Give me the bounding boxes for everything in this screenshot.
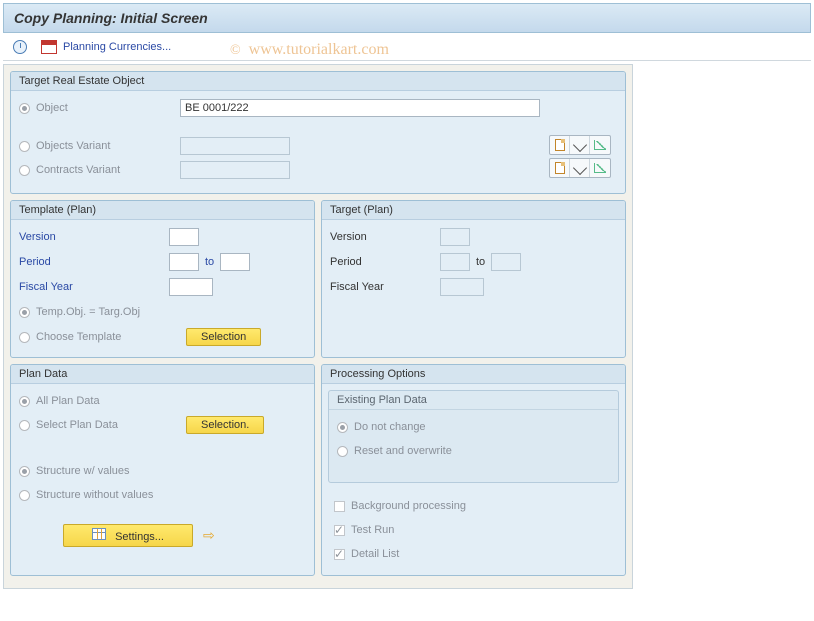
radio-contracts-variant — [19, 165, 30, 176]
radio-temp-eq-targ — [19, 307, 30, 318]
template-version-field[interactable] — [169, 228, 199, 246]
objects-variant-field — [180, 137, 290, 155]
settings-button[interactable]: Settings... — [63, 524, 193, 547]
label-target-version: Version — [330, 231, 440, 243]
main-body: Target Real Estate Object Object Objects… — [3, 64, 633, 589]
label-template-fiscal-year[interactable]: Fiscal Year — [19, 281, 169, 293]
label-all-plan-data: All Plan Data — [36, 395, 100, 407]
arrow-right-icon[interactable]: ⇨ — [203, 527, 215, 544]
doc-icon[interactable] — [550, 159, 570, 177]
label-test-run: Test Run — [351, 524, 394, 536]
target-period-from-field — [440, 253, 470, 271]
title-bar: Copy Planning: Initial Screen — [3, 3, 811, 33]
graph-icon[interactable] — [590, 159, 610, 177]
graph-icon[interactable] — [590, 136, 610, 154]
plan-data-selection-button[interactable]: Selection. — [186, 416, 264, 434]
template-period-to-field[interactable] — [220, 253, 250, 271]
checkbox-detail-list — [334, 549, 345, 560]
toolbar: Planning Currencies... — [3, 36, 811, 61]
group-existing-plan-data-title: Existing Plan Data — [329, 391, 618, 410]
group-processing-options-title: Processing Options — [322, 365, 625, 384]
target-period-to-field — [491, 253, 521, 271]
label-contracts-variant: Contracts Variant — [36, 164, 180, 176]
label-detail-list: Detail List — [351, 548, 399, 560]
target-version-field — [440, 228, 470, 246]
template-selection-button[interactable]: Selection — [186, 328, 261, 346]
radio-structure-without-values — [19, 490, 30, 501]
group-template-plan: Template (Plan) Version Period to Fiscal… — [10, 200, 315, 358]
group-target-plan: Target (Plan) Version Period to Fiscal Y… — [321, 200, 626, 358]
label-objects-variant: Objects Variant — [36, 140, 180, 152]
label-do-not-change: Do not change — [354, 421, 426, 433]
template-fiscal-year-field[interactable] — [169, 278, 213, 296]
grid-icon — [92, 528, 106, 540]
radio-select-plan-data — [19, 420, 30, 431]
checkbox-background-processing — [334, 501, 345, 512]
radio-structure-with-values — [19, 466, 30, 477]
checkbox-test-run — [334, 525, 345, 536]
label-template-version[interactable]: Version — [19, 231, 169, 243]
settings-button-label: Settings... — [115, 531, 164, 543]
doc-icon[interactable] — [550, 136, 570, 154]
label-template-to: to — [205, 256, 214, 268]
calendar-icon[interactable] — [41, 40, 57, 54]
label-object: Object — [36, 102, 180, 114]
execute-icon[interactable] — [13, 40, 27, 54]
group-target-object-title: Target Real Estate Object — [11, 72, 625, 91]
radio-all-plan-data — [19, 396, 30, 407]
group-template-plan-title: Template (Plan) — [11, 201, 314, 220]
label-target-fiscal-year: Fiscal Year — [330, 281, 440, 293]
label-target-to: to — [476, 256, 485, 268]
label-temp-eq-targ: Temp.Obj. = Targ.Obj — [36, 306, 140, 318]
radio-reset-overwrite — [337, 446, 348, 457]
pencil-icon[interactable] — [570, 136, 590, 154]
group-plan-data-title: Plan Data — [11, 365, 314, 384]
group-target-object: Target Real Estate Object Object Objects… — [10, 71, 626, 194]
label-structure-without-values: Structure without values — [36, 489, 153, 501]
pencil-icon[interactable] — [570, 159, 590, 177]
label-choose-template: Choose Template — [36, 331, 186, 343]
label-target-period: Period — [330, 256, 440, 268]
label-background-processing: Background processing — [351, 500, 466, 512]
group-plan-data: Plan Data All Plan Data Select Plan Data… — [10, 364, 315, 576]
object-field[interactable] — [180, 99, 540, 117]
group-target-plan-title: Target (Plan) — [322, 201, 625, 220]
target-fiscal-year-field — [440, 278, 484, 296]
template-period-from-field[interactable] — [169, 253, 199, 271]
label-structure-with-values: Structure w/ values — [36, 465, 130, 477]
contracts-variant-tools — [549, 158, 611, 178]
label-select-plan-data: Select Plan Data — [36, 419, 186, 431]
group-existing-plan-data: Existing Plan Data Do not change Reset a… — [328, 390, 619, 483]
radio-object — [19, 103, 30, 114]
planning-currencies-link[interactable]: Planning Currencies... — [63, 41, 171, 53]
label-template-period[interactable]: Period — [19, 256, 169, 268]
radio-objects-variant — [19, 141, 30, 152]
radio-do-not-change — [337, 422, 348, 433]
group-processing-options: Processing Options Existing Plan Data Do… — [321, 364, 626, 576]
radio-choose-template — [19, 332, 30, 343]
label-reset-overwrite: Reset and overwrite — [354, 445, 452, 457]
page-title: Copy Planning: Initial Screen — [14, 10, 208, 26]
objects-variant-tools — [549, 135, 611, 155]
contracts-variant-field — [180, 161, 290, 179]
